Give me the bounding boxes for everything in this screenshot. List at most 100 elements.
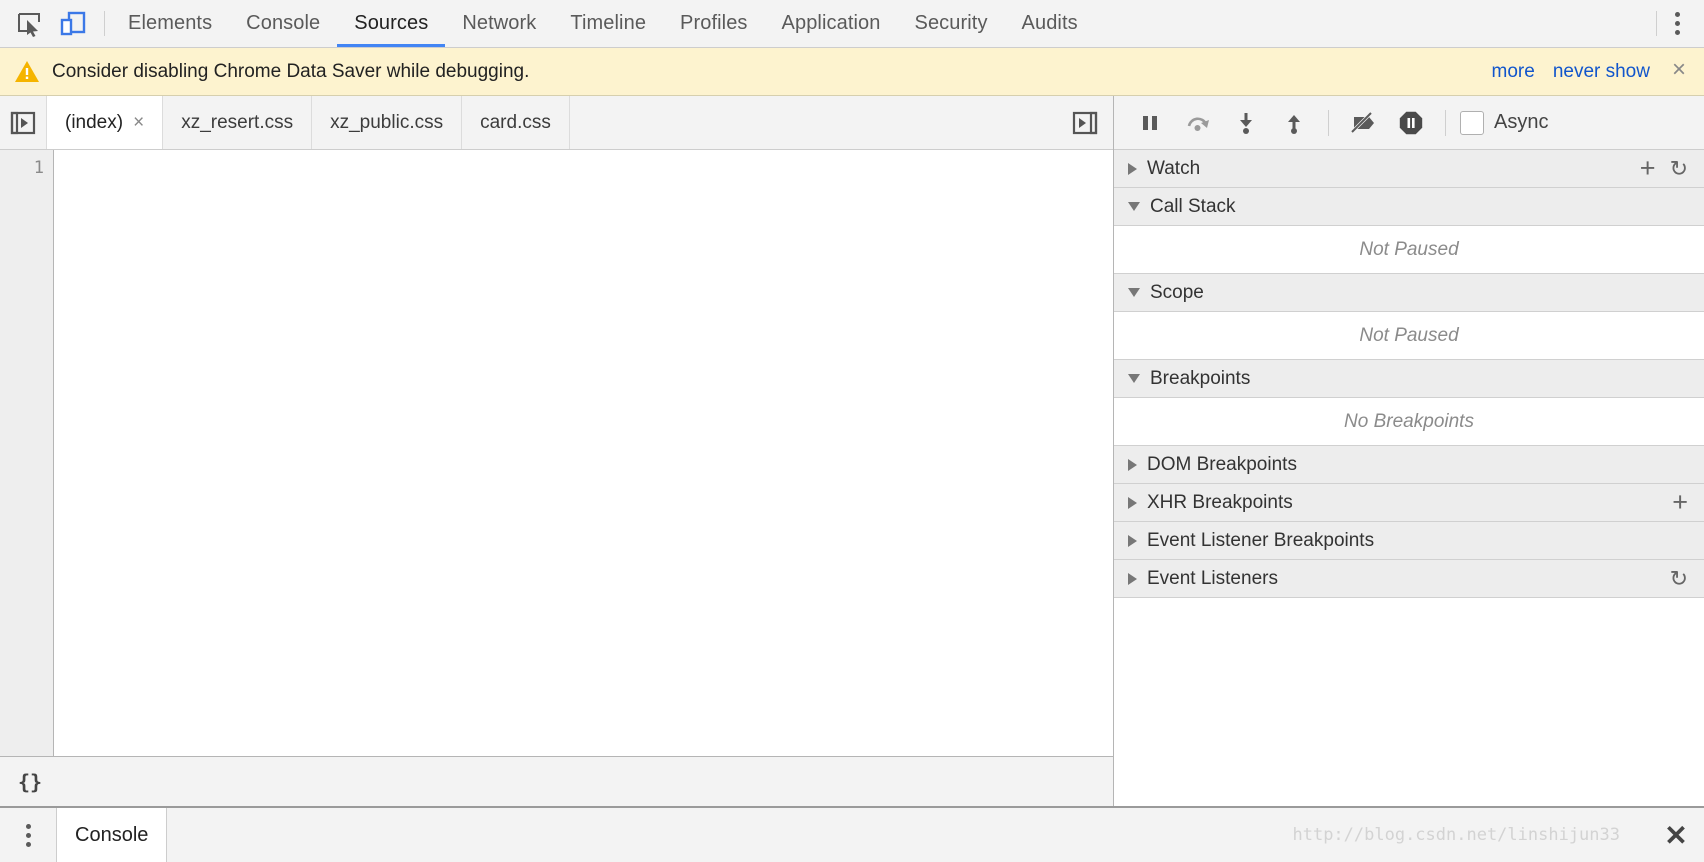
file-tab-index[interactable]: (index) × <box>46 96 164 149</box>
section-title-dom-breakpoints: DOM Breakpoints <box>1147 453 1297 475</box>
source-editor-area: (index) × xz_resert.css xz_public.css ca… <box>0 96 1114 806</box>
tab-profiles[interactable]: Profiles <box>663 0 765 47</box>
banner-message: Consider disabling Chrome Data Saver whi… <box>52 60 530 82</box>
chevron-down-icon <box>1128 202 1140 211</box>
more-options-icon[interactable] <box>1663 12 1692 35</box>
section-title-scope: Scope <box>1150 281 1204 303</box>
file-tab-xz-public-css[interactable]: xz_public.css <box>312 96 463 149</box>
section-header-breakpoints[interactable]: Breakpoints <box>1114 360 1704 398</box>
pause-script-button[interactable] <box>1128 103 1172 143</box>
section-title-xhr-breakpoints: XHR Breakpoints <box>1147 491 1293 513</box>
add-xhr-breakpoint-icon[interactable]: + <box>1672 489 1688 516</box>
code-content[interactable] <box>54 150 1113 756</box>
file-tab-index-label: (index) <box>65 111 124 133</box>
section-title-event-listeners: Event Listeners <box>1147 567 1278 589</box>
debugger-toolbar: Async <box>1114 96 1704 150</box>
tab-console[interactable]: Console <box>229 0 337 47</box>
file-tab-strip: (index) × xz_resert.css xz_public.css ca… <box>0 96 1113 150</box>
tab-elements-label: Elements <box>128 12 213 34</box>
refresh-event-listeners-icon[interactable]: ↻ <box>1670 567 1688 590</box>
chevron-right-icon <box>1128 496 1137 509</box>
devtools-top-toolbar: Elements Console Sources Network Timelin… <box>0 0 1704 48</box>
warning-triangle-icon <box>14 60 40 84</box>
chevron-right-icon <box>1128 458 1137 471</box>
toolbar-icon-group <box>0 0 98 47</box>
banner-never-show-link[interactable]: never show <box>1553 61 1650 83</box>
toolbar-right-group <box>1650 0 1704 47</box>
file-tab-card-css[interactable]: card.css <box>462 96 570 149</box>
pretty-print-button[interactable]: {} <box>18 770 42 794</box>
call-stack-empty-message: Not Paused <box>1114 226 1704 274</box>
editor-status-bar: {} <box>0 756 1113 806</box>
inspect-element-icon[interactable] <box>14 9 44 39</box>
toolbar-divider <box>104 11 105 36</box>
chevron-down-icon <box>1128 288 1140 297</box>
async-checkbox[interactable] <box>1460 110 1484 135</box>
step-over-button[interactable] <box>1176 103 1220 143</box>
line-number-gutter: 1 <box>0 150 54 756</box>
debugger-toolbar-divider <box>1328 109 1329 136</box>
drawer-tab-console-label: Console <box>75 823 149 846</box>
deactivate-breakpoints-button[interactable] <box>1341 103 1385 143</box>
section-header-xhr-breakpoints[interactable]: XHR Breakpoints + <box>1114 484 1704 522</box>
section-header-call-stack[interactable]: Call Stack <box>1114 188 1704 226</box>
tab-security-label: Security <box>914 12 988 34</box>
add-watch-expression-icon[interactable]: + <box>1640 155 1656 182</box>
device-toolbar-icon[interactable] <box>58 9 88 39</box>
scope-empty-message: Not Paused <box>1114 312 1704 360</box>
watermark-text: http://blog.csdn.net/linshijun33 <box>1292 825 1620 845</box>
watch-actions: + ↻ <box>1640 155 1694 182</box>
bottom-drawer: Console http://blog.csdn.net/linshijun33… <box>0 806 1704 862</box>
step-out-button[interactable] <box>1272 103 1316 143</box>
banner-close-icon[interactable]: × <box>1668 57 1690 86</box>
section-header-watch[interactable]: Watch + ↻ <box>1114 150 1704 188</box>
drawer-options-icon[interactable] <box>0 808 56 862</box>
file-tab-card-css-label: card.css <box>480 111 551 133</box>
section-header-dom-breakpoints[interactable]: DOM Breakpoints <box>1114 446 1704 484</box>
chevron-right-icon <box>1128 572 1137 585</box>
drawer-close-icon[interactable]: ✕ <box>1648 808 1704 862</box>
tab-timeline[interactable]: Timeline <box>553 0 663 47</box>
section-title-call-stack: Call Stack <box>1150 195 1236 217</box>
tab-elements[interactable]: Elements <box>111 0 229 47</box>
section-header-scope[interactable]: Scope <box>1114 274 1704 312</box>
data-saver-warning-banner: Consider disabling Chrome Data Saver whi… <box>0 48 1704 96</box>
breakpoints-empty-message: No Breakpoints <box>1114 398 1704 446</box>
tab-audits-label: Audits <box>1021 12 1078 34</box>
section-header-event-listeners[interactable]: Event Listeners ↻ <box>1114 560 1704 598</box>
tab-network-label: Network <box>462 12 537 34</box>
tab-security[interactable]: Security <box>898 0 1005 47</box>
drawer-tab-console[interactable]: Console <box>56 808 168 862</box>
banner-actions: more never show × <box>1492 57 1690 86</box>
panel-tab-list: Elements Console Sources Network Timelin… <box>111 0 1095 47</box>
file-tab-spacer <box>570 96 1057 149</box>
tab-network[interactable]: Network <box>445 0 553 47</box>
tab-console-label: Console <box>246 12 321 34</box>
step-into-button[interactable] <box>1224 103 1268 143</box>
drawer-spacer: http://blog.csdn.net/linshijun33 <box>167 808 1648 862</box>
file-tab-xz-resert-css-label: xz_resert.css <box>181 111 294 133</box>
tab-sources[interactable]: Sources <box>337 0 446 47</box>
async-checkbox-group[interactable]: Async <box>1460 110 1549 135</box>
tab-audits[interactable]: Audits <box>1005 0 1095 47</box>
chevron-down-icon <box>1128 374 1140 383</box>
section-header-event-listener-breakpoints[interactable]: Event Listener Breakpoints <box>1114 522 1704 560</box>
toolbar-divider-right <box>1656 11 1657 36</box>
tab-application[interactable]: Application <box>765 0 898 47</box>
banner-more-link[interactable]: more <box>1492 61 1535 83</box>
tab-timeline-label: Timeline <box>570 12 647 34</box>
section-title-watch: Watch <box>1147 157 1201 179</box>
pause-on-exceptions-button[interactable] <box>1389 103 1433 143</box>
chevron-right-icon <box>1128 534 1137 547</box>
show-navigator-icon[interactable] <box>0 96 46 149</box>
close-icon[interactable]: × <box>133 112 144 134</box>
code-editor[interactable]: 1 <box>0 150 1113 756</box>
file-tab-xz-resert-css[interactable]: xz_resert.css <box>163 96 313 149</box>
async-divider <box>1445 109 1446 136</box>
debugger-sidebar: Async Watch + ↻ Call Stack Not Paused Sc… <box>1114 96 1704 806</box>
section-title-breakpoints: Breakpoints <box>1150 367 1251 389</box>
show-debugger-icon[interactable] <box>1057 96 1113 149</box>
async-label: Async <box>1494 111 1549 133</box>
xhr-breakpoints-actions: + <box>1672 489 1694 516</box>
refresh-watch-icon[interactable]: ↻ <box>1670 157 1688 180</box>
